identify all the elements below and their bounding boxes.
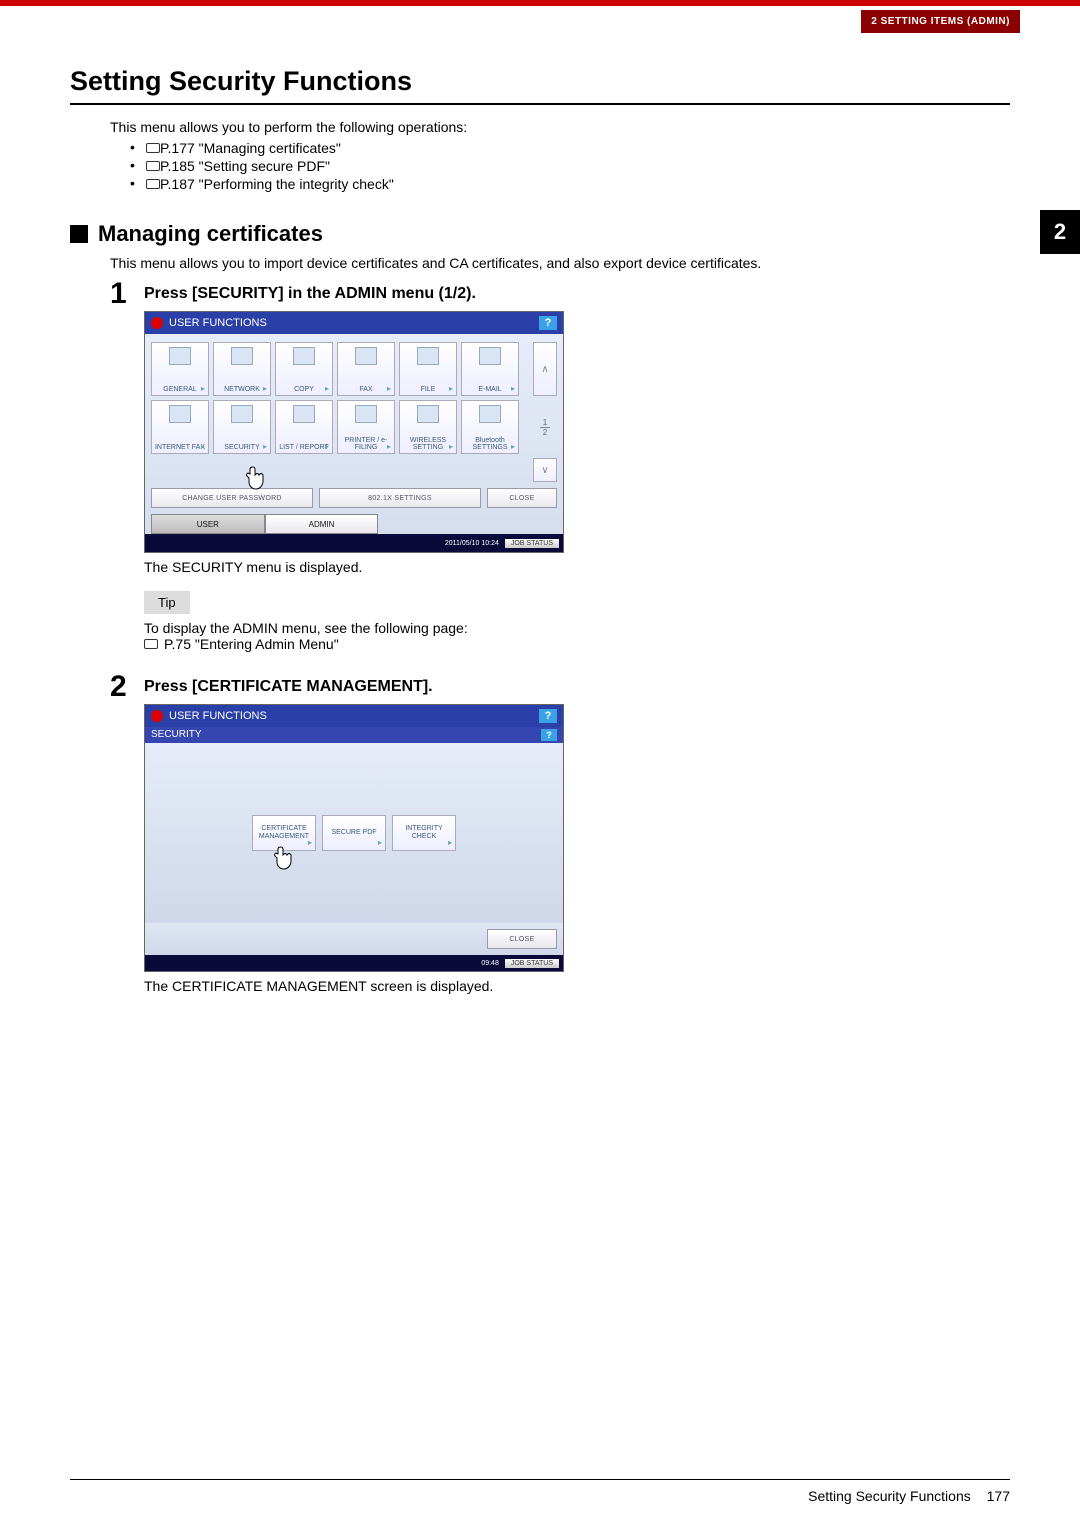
menu-copy[interactable]: COPY▸ xyxy=(275,342,333,396)
step-result: The CERTIFICATE MANAGEMENT screen is dis… xyxy=(144,978,1010,994)
job-status-button[interactable]: JOB STATUS xyxy=(505,539,559,548)
chapter-tab: 2 xyxy=(1040,210,1080,254)
help-button[interactable]: ? xyxy=(539,316,557,330)
menu-network[interactable]: NETWORK▸ xyxy=(213,342,271,396)
menu-email[interactable]: E-MAIL▸ xyxy=(461,342,519,396)
tab-admin[interactable]: ADMIN xyxy=(265,514,379,534)
bluetooth-icon xyxy=(479,405,501,423)
page-number: 177 xyxy=(987,1488,1010,1504)
integrity-check-button[interactable]: INTEGRITY CHECK▸ xyxy=(392,815,456,851)
certificate-management-button[interactable]: CERTIFICATE MANAGEMENT▸ xyxy=(252,815,316,851)
email-icon xyxy=(479,347,501,365)
report-icon xyxy=(293,405,315,423)
footer-title: Setting Security Functions xyxy=(808,1488,971,1504)
footer: Setting Security Functions 177 xyxy=(808,1488,1010,1504)
power-icon xyxy=(151,710,163,722)
window-subtitle: SECURITY ? xyxy=(145,727,563,743)
chevron-right-icon: ▸ xyxy=(449,442,453,451)
job-status-button[interactable]: JOB STATUS xyxy=(505,959,559,968)
tip-reference[interactable]: P.75 "Entering Admin Menu" xyxy=(144,636,1010,652)
menu-general[interactable]: GENERAL▸ xyxy=(151,342,209,396)
chevron-right-icon: ▸ xyxy=(448,839,452,848)
8021x-button[interactable]: 802.1X SETTINGS xyxy=(319,488,481,508)
window-titlebar: USER FUNCTIONS ? xyxy=(145,705,563,727)
fax-icon xyxy=(355,347,377,365)
footer-rule xyxy=(70,1479,1010,1480)
secure-pdf-button[interactable]: SECURE PDF▸ xyxy=(322,815,386,851)
timestamp: 2011/05/10 10:24 xyxy=(445,540,499,547)
step-title: Press [CERTIFICATE MANAGEMENT]. xyxy=(144,678,1010,696)
link-item[interactable]: P.185 "Setting secure PDF" xyxy=(110,157,1010,175)
tip-text: To display the ADMIN menu, see the follo… xyxy=(144,620,1010,636)
wireless-icon xyxy=(417,405,439,423)
chevron-right-icon: ▸ xyxy=(263,384,267,393)
breadcrumb: 2 SETTING ITEMS (ADMIN) xyxy=(861,10,1020,33)
chevron-right-icon: ▸ xyxy=(387,442,391,451)
step-number: 2 xyxy=(110,672,144,994)
status-bar: 09:48 JOB STATUS xyxy=(145,955,563,971)
menu-security[interactable]: SECURITY▸ xyxy=(213,400,271,454)
chevron-right-icon: ▸ xyxy=(449,384,453,393)
close-button[interactable]: CLOSE xyxy=(487,929,557,949)
chevron-right-icon: ▸ xyxy=(201,384,205,393)
tab-user[interactable]: USER xyxy=(151,514,265,534)
chevron-right-icon: ▸ xyxy=(325,442,329,451)
menu-bluetooth[interactable]: Bluetooth SETTINGS▸ xyxy=(461,400,519,454)
screenshot-security-menu: USER FUNCTIONS ? SECURITY ? CERTIFICATE … xyxy=(144,704,564,972)
menu-printer-efiling[interactable]: PRINTER / e-FILING▸ xyxy=(337,400,395,454)
book-icon xyxy=(146,179,160,189)
general-icon xyxy=(169,347,191,365)
chevron-right-icon: ▸ xyxy=(201,442,205,451)
menu-list-report[interactable]: LIST / REPORT▸ xyxy=(275,400,333,454)
window-title: USER FUNCTIONS xyxy=(169,317,267,329)
menu-wireless[interactable]: WIRELESS SETTING▸ xyxy=(399,400,457,454)
screenshot-admin-menu: USER FUNCTIONS ? GENERAL▸ NETWORK▸ COPY▸… xyxy=(144,311,564,553)
step-number: 1 xyxy=(110,279,144,652)
book-icon xyxy=(144,639,158,649)
chevron-right-icon: ▸ xyxy=(387,384,391,393)
help-button[interactable]: ? xyxy=(539,709,557,723)
top-red-bar xyxy=(0,0,1080,6)
help-button[interactable]: ? xyxy=(541,729,557,741)
menu-fax[interactable]: FAX▸ xyxy=(337,342,395,396)
menu-internet-fax[interactable]: INTERNET FAX▸ xyxy=(151,400,209,454)
scroll-down-button[interactable]: ∨ xyxy=(533,458,557,482)
section-heading: Managing certificates xyxy=(70,221,1010,247)
page-indicator: 1 2 xyxy=(533,400,557,454)
scroll-up-button[interactable]: ∧ xyxy=(533,342,557,396)
chevron-right-icon: ▸ xyxy=(511,442,515,451)
chevron-right-icon: ▸ xyxy=(325,384,329,393)
book-icon xyxy=(146,143,160,153)
chevron-right-icon: ▸ xyxy=(511,384,515,393)
file-icon xyxy=(417,347,439,365)
intro-text: This menu allows you to perform the foll… xyxy=(110,119,1010,135)
security-icon xyxy=(231,405,253,423)
window-title: USER FUNCTIONS xyxy=(169,710,267,722)
book-icon xyxy=(146,161,160,171)
chevron-right-icon: ▸ xyxy=(263,442,267,451)
section-intro: This menu allows you to import device ce… xyxy=(110,255,1010,271)
close-button[interactable]: CLOSE xyxy=(487,488,557,508)
window-titlebar: USER FUNCTIONS ? xyxy=(145,312,563,334)
menu-file[interactable]: FILE▸ xyxy=(399,342,457,396)
square-bullet-icon xyxy=(70,225,88,243)
printer-icon xyxy=(355,405,377,423)
network-icon xyxy=(231,347,253,365)
power-icon xyxy=(151,317,163,329)
step-title: Press [SECURITY] in the ADMIN menu (1/2)… xyxy=(144,285,1010,303)
change-password-button[interactable]: CHANGE USER PASSWORD xyxy=(151,488,313,508)
chevron-right-icon: ▸ xyxy=(378,839,382,848)
copy-icon xyxy=(293,347,315,365)
tip-label: Tip xyxy=(144,591,190,614)
page-title: Setting Security Functions xyxy=(70,66,1010,105)
status-bar: 2011/05/10 10:24 JOB STATUS xyxy=(145,534,563,552)
timestamp: 09:48 xyxy=(481,960,499,967)
internet-fax-icon xyxy=(169,405,191,423)
link-item[interactable]: P.187 "Performing the integrity check" xyxy=(110,175,1010,193)
link-item[interactable]: P.177 "Managing certificates" xyxy=(110,139,1010,157)
chevron-right-icon: ▸ xyxy=(308,839,312,848)
step-result: The SECURITY menu is displayed. xyxy=(144,559,1010,575)
